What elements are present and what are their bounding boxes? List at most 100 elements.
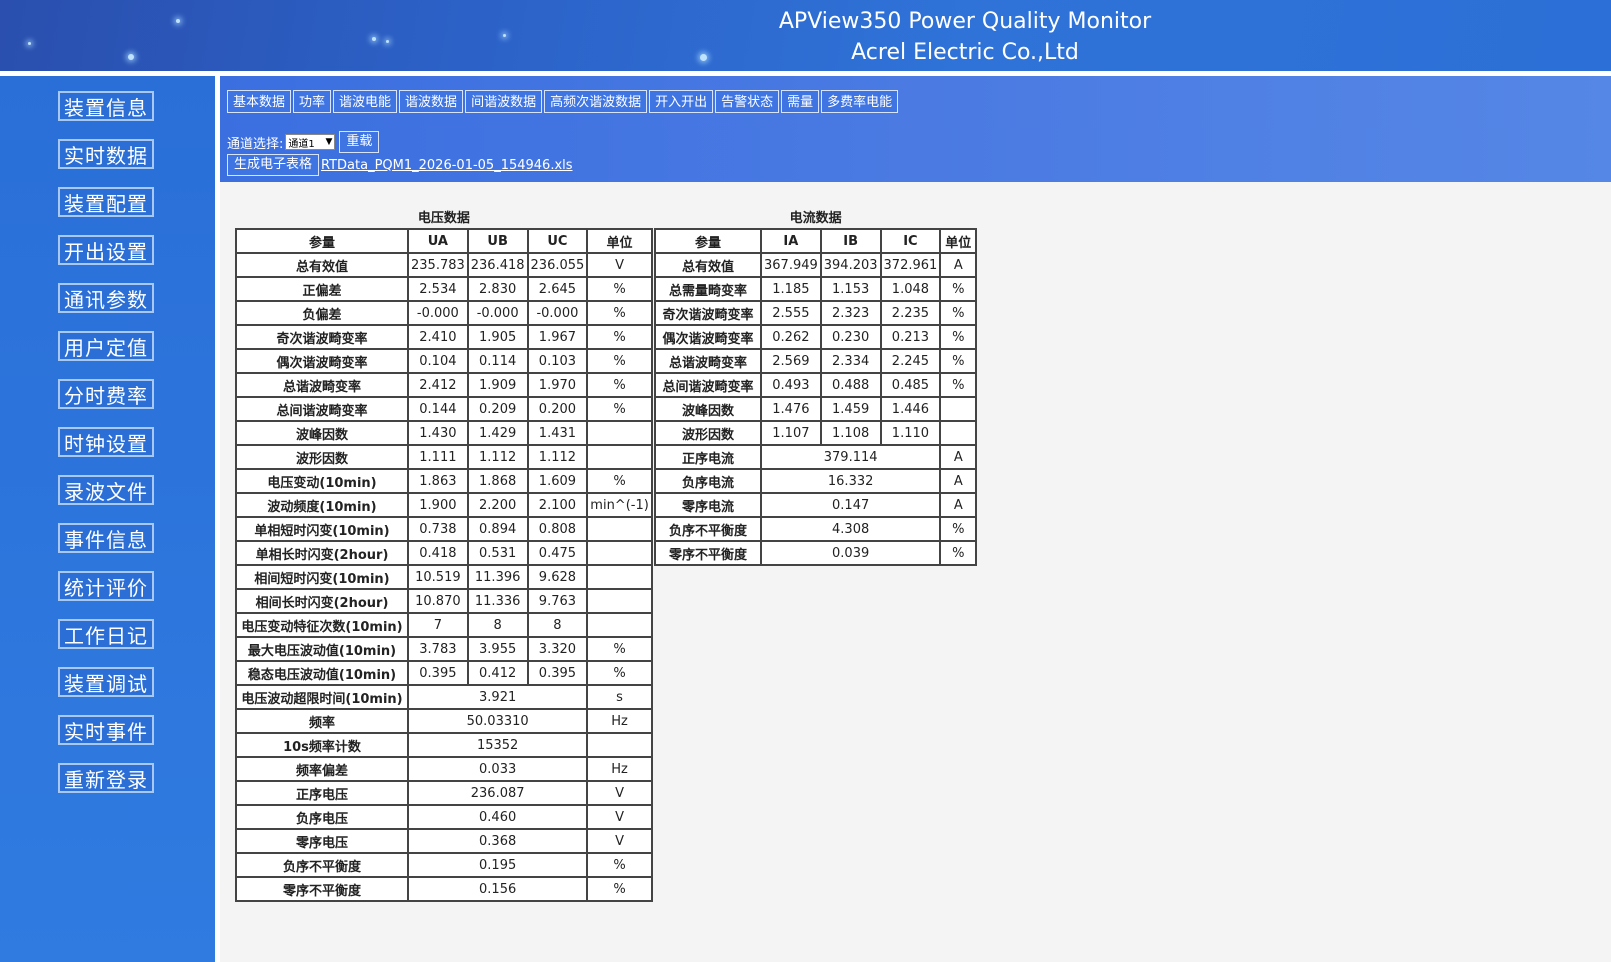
sidebar-item-11[interactable]: 统计评价: [58, 571, 154, 601]
parameter-name: 电压波动超限时间(10min): [235, 684, 409, 710]
value-cell: 236.055: [526, 252, 589, 278]
tab-9[interactable]: 需量: [781, 90, 820, 113]
table-row: 负序不平衡度 4.308%: [654, 516, 978, 542]
unit-cell: [939, 420, 978, 446]
unit-cell: %: [586, 396, 653, 422]
value-cell: 2.100: [526, 492, 589, 518]
decor-star: [176, 19, 180, 23]
tab-5[interactable]: 间谐波数据: [465, 90, 543, 113]
value-cell: 372.961: [879, 252, 942, 278]
parameter-name: 零序不平衡度: [235, 876, 409, 902]
sidebar-item-2[interactable]: 实时数据: [58, 139, 154, 169]
value-cell: 3.955: [466, 636, 529, 662]
value-cell: 7: [407, 612, 469, 638]
decor-star: [503, 34, 506, 37]
table-row: 总需量畸变率 1.185 1.153 1.048%: [654, 276, 978, 302]
tab-4[interactable]: 谐波数据: [399, 90, 464, 113]
unit-cell: %: [939, 348, 978, 374]
tab-2[interactable]: 功率: [293, 90, 332, 113]
value-cell: 1.108: [819, 420, 882, 446]
value-cell: 1.430: [407, 420, 469, 446]
sidebar-item-13[interactable]: 装置调试: [58, 667, 154, 697]
column-header: IC: [879, 228, 942, 254]
table-row: 相间长时闪变(2hour) 10.870 11.336 9.763: [235, 588, 653, 614]
reload-button[interactable]: 重载: [339, 131, 380, 153]
channel-select-value: 通道1: [288, 138, 315, 150]
channel-row: 通道选择: 通道1 ▼ 重载: [227, 131, 380, 153]
sidebar-item-15[interactable]: 重新登录: [58, 763, 154, 793]
value-cell: 1.609: [526, 468, 589, 494]
table-row: 偶次谐波畸变率 0.104 0.114 0.103%: [235, 348, 653, 374]
value-cell: 0.230: [819, 324, 882, 350]
table-row: 负序电压 0.460 V: [235, 804, 653, 830]
tab-7[interactable]: 开入开出: [649, 90, 714, 113]
table-row: 频率偏差 0.033 Hz: [235, 756, 653, 782]
value-cell: 1.970: [526, 372, 589, 398]
unit-cell: [586, 588, 653, 614]
sidebar-item-12[interactable]: 工作日记: [58, 619, 154, 649]
table-header-row: 参量 IA IB IC 单位: [654, 228, 978, 254]
parameter-name: 波形因数: [235, 444, 409, 470]
voltage-table-title: 电压数据: [417, 211, 470, 226]
value-cell: 9.628: [526, 564, 589, 590]
decor-star: [386, 40, 389, 43]
value-cell: 15352: [406, 732, 589, 758]
sidebar-item-1[interactable]: 装置信息: [58, 91, 154, 121]
sidebar-item-4[interactable]: 开出设置: [58, 235, 154, 265]
unit-cell: [939, 396, 978, 422]
parameter-name: 总有效值: [235, 252, 409, 278]
generate-spreadsheet-button[interactable]: 生成电子表格: [227, 154, 320, 176]
value-cell: 2.569: [760, 348, 822, 374]
value-cell: 2.235: [879, 300, 942, 326]
value-cell: 367.949: [760, 252, 822, 278]
sidebar-item-5[interactable]: 通讯参数: [58, 283, 154, 313]
unit-cell: [586, 444, 653, 470]
sidebar-item-7[interactable]: 分时费率: [58, 379, 154, 409]
tab-1[interactable]: 基本数据: [227, 90, 292, 113]
parameter-name: 总谐波畸变率: [654, 348, 762, 374]
table-row: 波峰因数 1.476 1.459 1.446: [654, 396, 978, 422]
channel-label: 通道选择:: [227, 136, 284, 152]
value-cell: 2.410: [407, 324, 469, 350]
tab-bar: 基本数据 功率 谐波电能 谐波数据 间谐波数据 高频次谐波数据 开入开出 告警状态 需量 多费率电…: [227, 90, 900, 113]
unit-cell: %: [586, 276, 653, 302]
value-cell: 0.114: [466, 348, 529, 374]
channel-select[interactable]: 通道1 ▼: [285, 134, 336, 150]
sidebar-item-10[interactable]: 事件信息: [58, 523, 154, 553]
export-row: 生成电子表格 RTData_PQM1_2026-01-05_154946.xls: [227, 154, 573, 176]
unit-cell: %: [939, 324, 978, 350]
value-cell: 235.783: [407, 252, 469, 278]
parameter-name: 相间长时闪变(2hour): [235, 588, 409, 614]
value-cell: 0.493: [760, 372, 822, 398]
sidebar-item-8[interactable]: 时钟设置: [58, 427, 154, 457]
sidebar-item-6[interactable]: 用户定值: [58, 331, 154, 361]
table-row: 正序电压 236.087 V: [235, 780, 653, 806]
value-cell: 1.905: [466, 324, 529, 350]
value-cell: 2.200: [466, 492, 529, 518]
sidebar-item-14[interactable]: 实时事件: [58, 715, 154, 745]
tab-3[interactable]: 谐波电能: [333, 90, 398, 113]
parameter-name: 负序不平衡度: [654, 516, 762, 542]
table-row: 电压变动特征次数(10min) 7 8 8: [235, 612, 653, 638]
sidebar-item-3[interactable]: 装置配置: [58, 187, 154, 217]
table-row: 总有效值 367.949 394.203 372.961 A: [654, 252, 978, 278]
tab-6[interactable]: 高频次谐波数据: [544, 90, 648, 113]
table-row: 最大电压波动值(10min) 3.783 3.955 3.320%: [235, 636, 653, 662]
value-cell: 2.245: [879, 348, 942, 374]
value-cell: 0.103: [526, 348, 589, 374]
value-cell: 2.645: [526, 276, 589, 302]
spreadsheet-file-link[interactable]: RTData_PQM1_2026-01-05_154946.xls: [321, 158, 573, 173]
value-cell: 3.783: [407, 636, 469, 662]
value-cell: 1.476: [760, 396, 822, 422]
current-table: 电流数据 参量 IA IB IC 单位 总有效值 367.949 394.203 372.961…: [654, 207, 978, 566]
tab-8[interactable]: 告警状态: [715, 90, 780, 113]
parameter-name: 电压变动特征次数(10min): [235, 612, 409, 638]
unit-cell: %: [586, 324, 653, 350]
value-cell: 0.262: [760, 324, 822, 350]
value-cell: 11.336: [466, 588, 529, 614]
tab-10[interactable]: 多费率电能: [821, 90, 899, 113]
sidebar-item-9[interactable]: 录波文件: [58, 475, 154, 505]
table-row: 负序不平衡度 0.195%: [235, 852, 653, 878]
parameter-name: 零序电压: [235, 828, 409, 854]
value-cell: 3.921: [406, 684, 589, 710]
